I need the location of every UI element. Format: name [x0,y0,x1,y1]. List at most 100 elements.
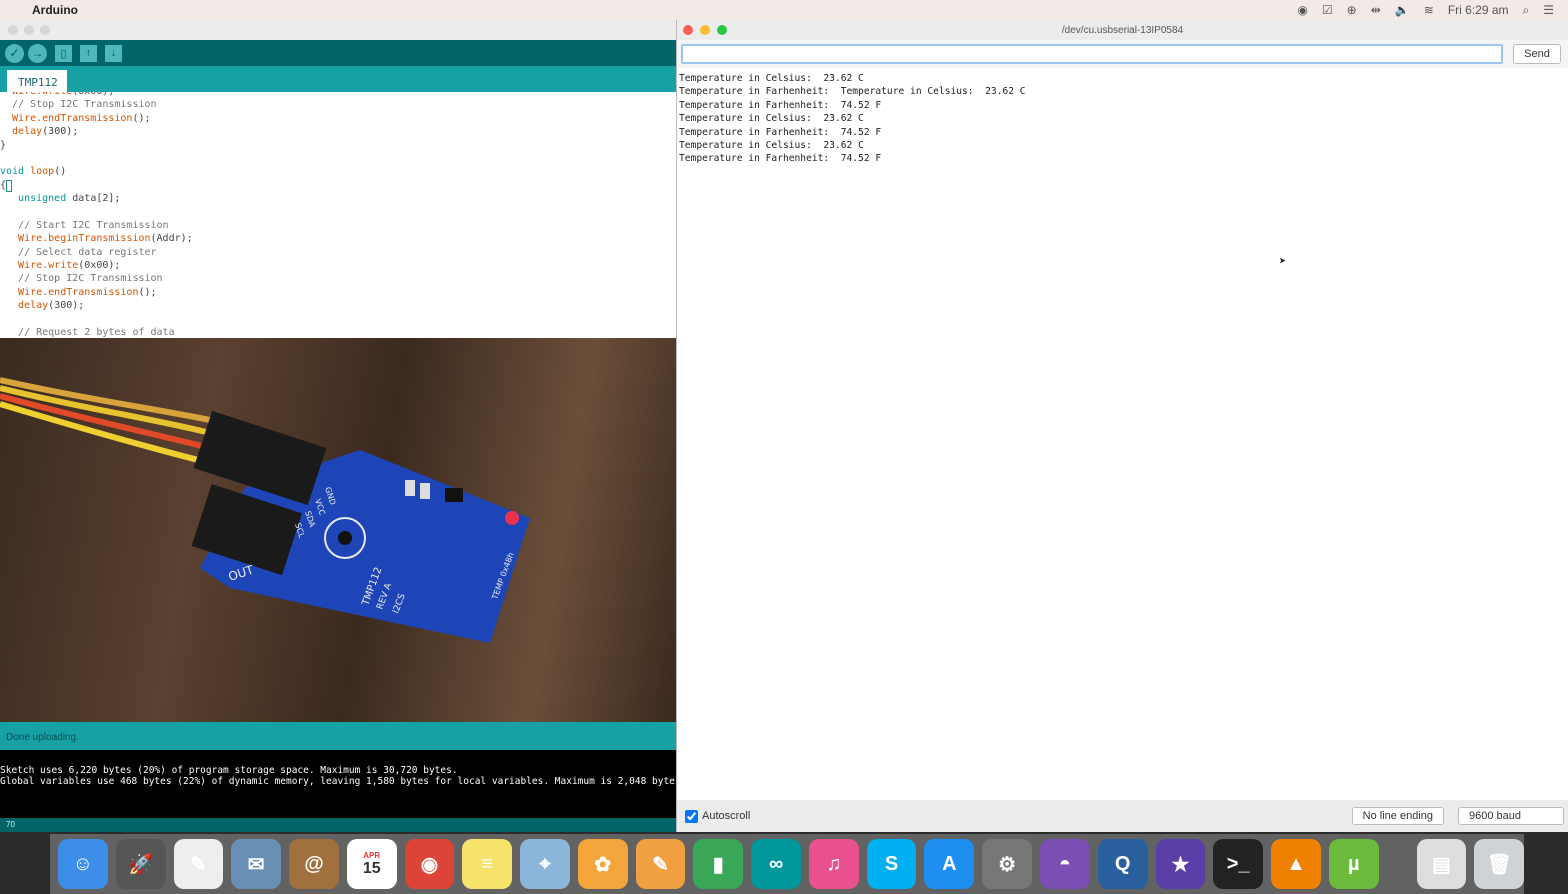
dock-maps-icon[interactable]: ⌖ [520,839,570,889]
verify-button[interactable]: ✓ [5,44,24,63]
tab-tmp112[interactable]: TMP112 [7,70,67,92]
code-line [0,152,676,165]
line-ending-select[interactable]: No line ending [1352,807,1444,825]
notification-center-icon[interactable]: ☰ [1543,3,1554,17]
dock-finder-icon[interactable]: ☺ [58,839,108,889]
code-line: delay(300); [0,125,676,138]
code-line: // Request 2 bytes of data [0,326,676,338]
calendar-month: APR [363,851,380,860]
calendar-day: 15 [363,860,381,878]
code-token: Wire.write [0,260,78,271]
code-line: Wire.endTransmission(); [0,286,676,299]
dock-imovie-icon[interactable]: ★ [1156,839,1206,889]
dock-pages-icon[interactable]: ✎ [636,839,686,889]
toolbar: ✓ → ▯ ↑ ↓ [0,40,676,66]
window-title: /dev/cu.usbserial-13IP0584 [677,25,1568,36]
code-line: } [0,139,676,152]
code-token: (); [132,113,150,124]
status-icon[interactable]: ☑ [1322,3,1333,17]
code-token: (0x00); [78,260,120,271]
console-line: Sketch uses 6,220 bytes (20%) of program… [0,765,676,776]
wifi-icon[interactable]: ≋ [1424,3,1434,17]
serial-line: Temperature in Farhenheit: 74.52 F [679,152,1566,165]
serial-line: Temperature in Celsius: 23.62 C [679,112,1566,125]
code-line: Wire.endTransmission(); [0,112,676,125]
dock-itunes-icon[interactable]: ♫ [809,839,859,889]
code-token: delay [0,126,42,137]
code-token: (300); [48,300,84,311]
code-line: // Select data register [0,246,676,259]
code-token: // Start I2C Transmission [0,220,169,231]
dock-terminal-icon[interactable]: >_ [1213,839,1263,889]
minimize-button[interactable] [24,25,34,35]
code-line: // Stop I2C Transmission [0,98,676,111]
save-button[interactable]: ↓ [105,45,122,62]
code-line: delay(300); [0,299,676,312]
serial-line: Temperature in Celsius: 23.62 C [679,72,1566,85]
code-token: // Stop I2C Transmission [0,273,163,284]
timer-icon[interactable]: ⊕ [1347,3,1357,17]
code-token: (300); [42,126,78,137]
code-token: Wire.beginTransmission [0,233,151,244]
code-token: loop [30,166,54,177]
baud-rate-select[interactable]: 9600 baud [1458,807,1564,825]
record-icon[interactable]: ◉ [1297,3,1307,17]
upload-button[interactable]: → [28,44,47,63]
clock[interactable]: Fri 6:29 am [1448,3,1509,17]
code-line: void loop() [0,165,676,178]
code-token: Wire.endTransmission [0,113,132,124]
code-token: (0x00); [72,92,114,97]
dock-contacts-icon[interactable]: @ [289,839,339,889]
text-cursor [6,180,12,192]
zoom-button[interactable] [40,25,50,35]
code-line: Wire.beginTransmission(Addr); [0,232,676,245]
serial-monitor-window: /dev/cu.usbserial-13IP0584 Send ➤ Temper… [676,20,1568,832]
dock-textedit-icon[interactable]: ✎ [174,839,224,889]
dock-arduino-icon[interactable]: ∞ [751,839,801,889]
dock-vlc-icon[interactable]: ▲ [1271,839,1321,889]
code-token: () [54,166,66,177]
dock-quicktime-icon[interactable]: Q [1098,839,1148,889]
dock-github-icon[interactable]: ◓ [1040,839,1090,889]
mouse-cursor-icon: ➤ [1279,254,1286,268]
dock-photos-icon[interactable]: ✿ [578,839,628,889]
dock-notes-icon[interactable]: ≡ [462,839,512,889]
code-token: void [0,166,30,177]
dock-skype-icon[interactable]: S [867,839,917,889]
volume-icon[interactable]: 🔈 [1395,3,1410,17]
code-token: Wire.write [0,92,72,97]
video-overlay-photo: TMP112 REV A I2CS TEMP 0x48h OUT GND VCC… [0,338,676,722]
dock-utorrent-icon[interactable]: µ [1329,839,1379,889]
autoscroll-label: Autoscroll [702,810,750,822]
dock-app-store-icon[interactable]: A [924,839,974,889]
spotlight-icon[interactable]: ⌕ [1523,3,1530,18]
serial-line: Temperature in Farhenheit: Temperature i… [679,85,1566,98]
serial-input[interactable] [681,44,1503,64]
new-button[interactable]: ▯ [55,45,72,62]
code-line [0,313,676,326]
title-bar: /dev/cu.usbserial-13IP0584 [677,20,1568,40]
close-button[interactable] [8,25,18,35]
serial-line: Temperature in Farhenheit: 74.52 F [679,126,1566,139]
code-editor[interactable]: Wire.write(0x00); // Stop I2C Transmissi… [0,92,676,338]
app-menu[interactable]: Arduino [32,3,78,17]
dock-chrome-icon[interactable]: ◉ [405,839,455,889]
dock-calendar-icon[interactable]: APR15 [347,839,397,889]
code-token: (); [138,287,156,298]
title-bar [0,20,676,40]
dock-preview-icon[interactable]: ✉ [231,839,281,889]
dock-numbers-icon[interactable]: ▮ [693,839,743,889]
dock-document-icon[interactable]: ▤ [1417,839,1467,889]
bluetooth-icon[interactable]: ⇹ [1371,3,1381,17]
open-button[interactable]: ↑ [80,45,97,62]
dock-launchpad-icon[interactable]: 🚀 [116,839,166,889]
send-button[interactable]: Send [1513,44,1561,64]
code-token: Wire.endTransmission [0,287,138,298]
dock-trash-icon[interactable]: 🗑 [1474,839,1524,889]
code-line [0,206,676,219]
autoscroll-checkbox[interactable] [685,810,698,823]
code-line: unsigned data[2]; [0,192,676,205]
status-bar: Done uploading. [0,722,676,750]
code-line: Wire.write(0x00); [0,259,676,272]
dock-system-preferences-icon[interactable]: ⚙ [982,839,1032,889]
